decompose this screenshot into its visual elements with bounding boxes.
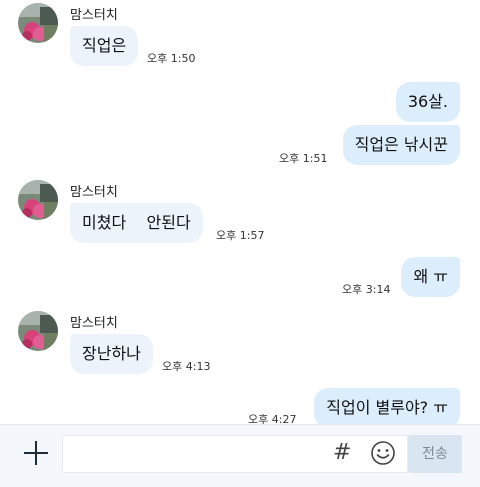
sender-avatar[interactable] [18, 311, 58, 351]
sender-name: 맘스터치 [70, 185, 118, 200]
message-time: 오후 1:51 [279, 152, 328, 165]
outgoing-message-bubble[interactable]: 36살. [395, 82, 460, 122]
avatar-image [18, 3, 58, 43]
message-time: 오후 3:14 [342, 283, 391, 296]
chat-area: 맘스터치 직업은 오후 1:50 36살. 직업은 낚시꾼 오후 1:51 맘스… [0, 0, 480, 424]
incoming-message-bubble[interactable]: 직업은 [70, 26, 139, 66]
message-time: 오후 1:57 [216, 229, 265, 242]
hash-icon[interactable]: # [333, 441, 351, 465]
sender-name: 맘스터치 [70, 316, 118, 331]
message-time: 오후 1:50 [147, 52, 196, 65]
plus-icon[interactable] [20, 437, 52, 469]
avatar-image [18, 311, 58, 351]
incoming-message-bubble[interactable]: 장난하나 [70, 334, 153, 374]
sender-name: 맘스터치 [70, 8, 118, 23]
send-button[interactable]: 전송 [408, 435, 462, 473]
sender-avatar[interactable] [18, 180, 58, 220]
message-time: 오후 4:13 [162, 360, 211, 373]
outgoing-message-bubble[interactable]: 직업은 낚시꾼 [342, 125, 460, 165]
incoming-message-bubble[interactable]: 미쳤다 안된다 [70, 203, 203, 243]
message-input[interactable] [62, 435, 408, 473]
avatar-image [18, 180, 58, 220]
message-input-bar: # 전송 [0, 424, 480, 487]
sender-avatar[interactable] [18, 3, 58, 43]
smiley-icon[interactable] [370, 440, 396, 470]
outgoing-message-bubble[interactable]: 직업이 별루야? ㅠ [314, 388, 460, 424]
message-time: 오후 4:27 [248, 413, 297, 424]
outgoing-message-bubble[interactable]: 왜 ㅠ [401, 257, 460, 297]
